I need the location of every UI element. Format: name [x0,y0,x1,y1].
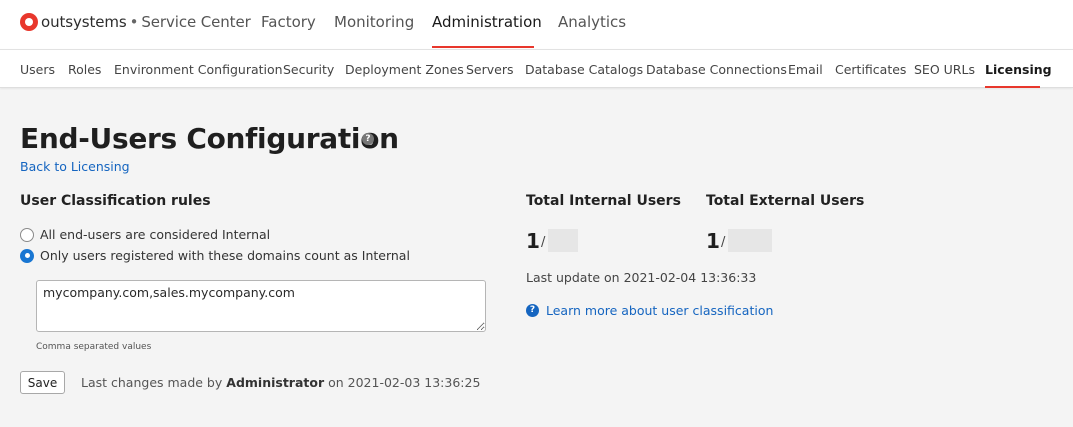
subnav-database-catalogs[interactable]: Database Catalogs [525,62,643,77]
learn-more-row[interactable]: ? Learn more about user classification [526,303,773,318]
internal-users-slash: / [541,235,546,250]
redacted-internal-limit [548,229,578,252]
classification-heading: User Classification rules [20,193,211,209]
save-button[interactable]: Save [20,371,65,394]
redacted-external-limit [728,229,772,252]
radio-domains-internal-label: Only users registered with these domains… [40,248,410,263]
main-nav: Factory Monitoring Administration Analyt… [0,0,1073,49]
radio-button-unchecked[interactable] [20,227,34,242]
subnav-email[interactable]: Email [788,62,823,77]
page-title: End-Users Configuration [20,122,399,155]
subnav-servers[interactable]: Servers [466,62,514,77]
main-nav-active-indicator [432,46,534,48]
radio-button-checked[interactable] [20,248,34,263]
subnav-certificates[interactable]: Certificates [835,62,906,77]
subnav-database-connections[interactable]: Database Connections [646,62,787,77]
last-changes-suffix: on 2021-02-03 13:36:25 [328,375,481,390]
subnav-active-indicator [985,86,1040,88]
radio-domains-internal[interactable]: Only users registered with these domains… [20,248,410,263]
main-nav-administration[interactable]: Administration [432,13,542,31]
last-changes-prefix: Last changes made by [81,375,223,390]
radio-all-internal[interactable]: All end-users are considered Internal [20,227,270,242]
main-nav-factory[interactable]: Factory [261,13,316,31]
radio-all-internal-label: All end-users are considered Internal [40,227,271,242]
domains-hint: Comma separated values [36,342,152,352]
internal-users-count: 1 [526,229,540,253]
subnav-roles[interactable]: Roles [68,62,101,77]
subnav-seo-urls[interactable]: SEO URLs [914,62,975,77]
subnav-deployment-zones[interactable]: Deployment Zones [345,62,464,77]
last-changes-text: Last changes made by Administrator on 20… [81,375,480,390]
subnav-licensing[interactable]: Licensing [985,62,1052,77]
subnav-users[interactable]: Users [20,62,55,77]
top-bar: outsystems • Service Center Factory Monito… [0,0,1073,49]
internal-domains-textarea[interactable] [36,280,486,332]
admin-sub-nav: Users Roles Environment Configuration Se… [0,49,1073,88]
external-users-slash: / [721,235,726,250]
main-nav-monitoring[interactable]: Monitoring [334,13,414,31]
subnav-environment-configuration[interactable]: Environment Configuration [114,62,283,77]
last-update-text: Last update on 2021-02-04 13:36:33 [526,270,757,285]
total-external-heading: Total External Users [706,193,865,209]
external-users-count: 1 [706,229,720,253]
total-internal-heading: Total Internal Users [526,193,681,209]
learn-more-link[interactable]: Learn more about user classification [546,303,773,318]
help-icon[interactable]: ? [362,133,374,145]
subnav-security[interactable]: Security [283,62,334,77]
main-nav-analytics[interactable]: Analytics [558,13,626,31]
back-to-licensing-link[interactable]: Back to Licensing [20,159,130,174]
question-circle-icon: ? [526,304,539,317]
last-changes-user: Administrator [226,375,325,390]
